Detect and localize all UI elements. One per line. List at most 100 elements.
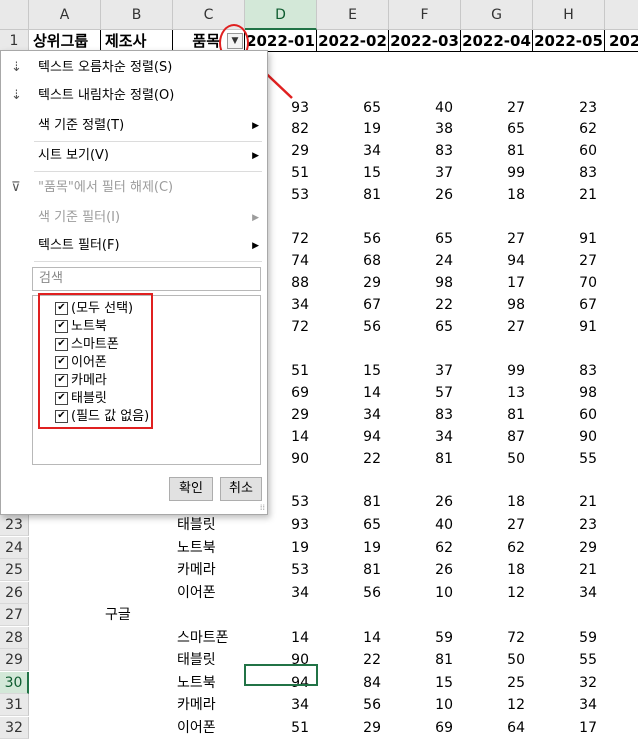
item-cell[interactable]: 노트북 bbox=[173, 672, 245, 694]
value-cell[interactable]: 68 bbox=[317, 250, 389, 272]
value-cell[interactable]: 83 bbox=[533, 360, 605, 382]
header-cell-h[interactable]: 2022-05 bbox=[533, 30, 605, 52]
value-cell[interactable]: 14 bbox=[245, 627, 317, 649]
value-cell[interactable]: 81 bbox=[461, 140, 533, 162]
value-cell[interactable]: 29 bbox=[317, 717, 389, 739]
value-cell[interactable]: 53 bbox=[245, 559, 317, 581]
value-cell[interactable]: 62 bbox=[461, 537, 533, 559]
value-cell[interactable]: 94 bbox=[461, 250, 533, 272]
value-cell[interactable]: 34 bbox=[533, 694, 605, 716]
row-header-1[interactable]: 1 bbox=[0, 30, 29, 52]
value-cell[interactable]: 72 bbox=[461, 627, 533, 649]
value-cell[interactable]: 18 bbox=[461, 559, 533, 581]
value-cell[interactable]: 81 bbox=[317, 491, 389, 513]
value-cell[interactable]: 84 bbox=[317, 672, 389, 694]
manufacturer-cell[interactable] bbox=[101, 559, 173, 581]
header-cell-f[interactable]: 2022-03 bbox=[389, 30, 461, 52]
row-header[interactable]: 29 bbox=[0, 649, 29, 671]
row-header[interactable]: 27 bbox=[0, 604, 29, 626]
cancel-button[interactable]: 취소 bbox=[220, 477, 262, 501]
value-cell[interactable]: 62 bbox=[389, 537, 461, 559]
header-cell-b[interactable]: 제조사 bbox=[101, 30, 173, 52]
value-cell[interactable]: 59 bbox=[389, 627, 461, 649]
value-cell[interactable]: 34 bbox=[533, 582, 605, 604]
header-cell-d[interactable]: 2022-01 bbox=[245, 30, 317, 52]
value-cell[interactable]: 26 bbox=[389, 559, 461, 581]
value-cell[interactable]: 69 bbox=[389, 717, 461, 739]
value-cell[interactable]: 34 bbox=[389, 426, 461, 448]
header-cell-a[interactable]: 상위그룹 bbox=[29, 30, 101, 52]
value-cell[interactable]: 62 bbox=[533, 118, 605, 140]
value-cell[interactable]: 15 bbox=[317, 360, 389, 382]
resize-grip-icon[interactable]: ⁞⁞ bbox=[260, 503, 265, 512]
item-cell[interactable]: 카메라 bbox=[173, 559, 245, 581]
column-header-g[interactable]: G bbox=[461, 0, 533, 30]
value-cell[interactable]: 19 bbox=[317, 118, 389, 140]
value-cell[interactable]: 21 bbox=[533, 184, 605, 206]
header-cell-i[interactable]: 202 bbox=[605, 30, 638, 52]
column-header-b[interactable]: B bbox=[101, 0, 173, 30]
row-header[interactable]: 24 bbox=[0, 536, 29, 559]
manufacturer-cell[interactable] bbox=[101, 672, 173, 694]
manufacturer-cell[interactable] bbox=[101, 627, 173, 649]
value-cell[interactable]: 40 bbox=[389, 97, 461, 119]
value-cell[interactable]: 22 bbox=[389, 294, 461, 316]
value-cell[interactable]: 15 bbox=[317, 162, 389, 184]
value-cell[interactable]: 65 bbox=[389, 316, 461, 338]
value-cell[interactable]: 81 bbox=[389, 649, 461, 671]
value-cell[interactable]: 64 bbox=[461, 717, 533, 739]
value-cell[interactable]: 98 bbox=[389, 272, 461, 294]
value-cell[interactable]: 34 bbox=[245, 582, 317, 604]
row-header[interactable]: 32 bbox=[0, 716, 29, 739]
value-cell[interactable]: 27 bbox=[461, 228, 533, 250]
value-cell[interactable]: 37 bbox=[389, 360, 461, 382]
column-header-h[interactable]: H bbox=[533, 0, 605, 30]
value-cell[interactable]: 87 bbox=[461, 426, 533, 448]
value-cell[interactable]: 23 bbox=[533, 97, 605, 119]
value-cell[interactable]: 18 bbox=[461, 491, 533, 513]
value-cell[interactable]: 27 bbox=[461, 514, 533, 536]
value-cell[interactable]: 90 bbox=[533, 426, 605, 448]
item-cell[interactable]: 이어폰 bbox=[173, 717, 245, 739]
value-cell[interactable]: 19 bbox=[245, 537, 317, 559]
value-cell[interactable]: 14 bbox=[317, 382, 389, 404]
value-cell[interactable]: 59 bbox=[533, 627, 605, 649]
value-cell[interactable]: 38 bbox=[389, 118, 461, 140]
value-cell[interactable]: 99 bbox=[461, 162, 533, 184]
value-cell[interactable]: 21 bbox=[533, 491, 605, 513]
column-header-f[interactable]: F bbox=[389, 0, 461, 30]
value-cell[interactable]: 27 bbox=[533, 250, 605, 272]
value-cell[interactable]: 34 bbox=[317, 404, 389, 426]
manufacturer-cell[interactable] bbox=[101, 582, 173, 604]
value-cell[interactable]: 32 bbox=[533, 672, 605, 694]
value-cell[interactable]: 91 bbox=[533, 316, 605, 338]
row-header[interactable]: 30 bbox=[0, 671, 29, 694]
value-cell[interactable]: 67 bbox=[533, 294, 605, 316]
value-cell[interactable]: 10 bbox=[389, 694, 461, 716]
value-cell[interactable]: 83 bbox=[389, 404, 461, 426]
sort-descending-item[interactable]: ⇣ 텍스트 내림차순 정렬(O) bbox=[1, 83, 267, 109]
sort-by-color-item[interactable]: 색 기준 정렬(T) ▶ bbox=[1, 113, 267, 139]
manufacturer-cell[interactable]: 구글 bbox=[101, 604, 173, 626]
ok-button[interactable]: 확인 bbox=[169, 477, 213, 501]
item-cell[interactable]: 이어폰 bbox=[173, 582, 245, 604]
manufacturer-cell[interactable] bbox=[101, 717, 173, 739]
manufacturer-cell[interactable] bbox=[101, 694, 173, 716]
value-cell[interactable]: 60 bbox=[533, 140, 605, 162]
value-cell[interactable]: 10 bbox=[389, 582, 461, 604]
value-cell[interactable]: 55 bbox=[533, 649, 605, 671]
value-cell[interactable]: 18 bbox=[461, 184, 533, 206]
value-cell[interactable]: 99 bbox=[461, 360, 533, 382]
value-cell[interactable]: 81 bbox=[317, 559, 389, 581]
value-cell[interactable]: 27 bbox=[461, 97, 533, 119]
value-cell[interactable]: 91 bbox=[533, 228, 605, 250]
sheet-view-item[interactable]: 시트 보기(V) ▶ bbox=[1, 143, 267, 169]
value-cell[interactable] bbox=[245, 604, 317, 626]
column-header-i[interactable] bbox=[605, 0, 638, 30]
value-cell[interactable]: 56 bbox=[317, 582, 389, 604]
row-header[interactable]: 26 bbox=[0, 581, 29, 604]
column-header-a[interactable]: A bbox=[29, 0, 101, 30]
column-header-e[interactable]: E bbox=[317, 0, 389, 30]
manufacturer-cell[interactable] bbox=[101, 649, 173, 671]
value-cell[interactable]: 56 bbox=[317, 228, 389, 250]
